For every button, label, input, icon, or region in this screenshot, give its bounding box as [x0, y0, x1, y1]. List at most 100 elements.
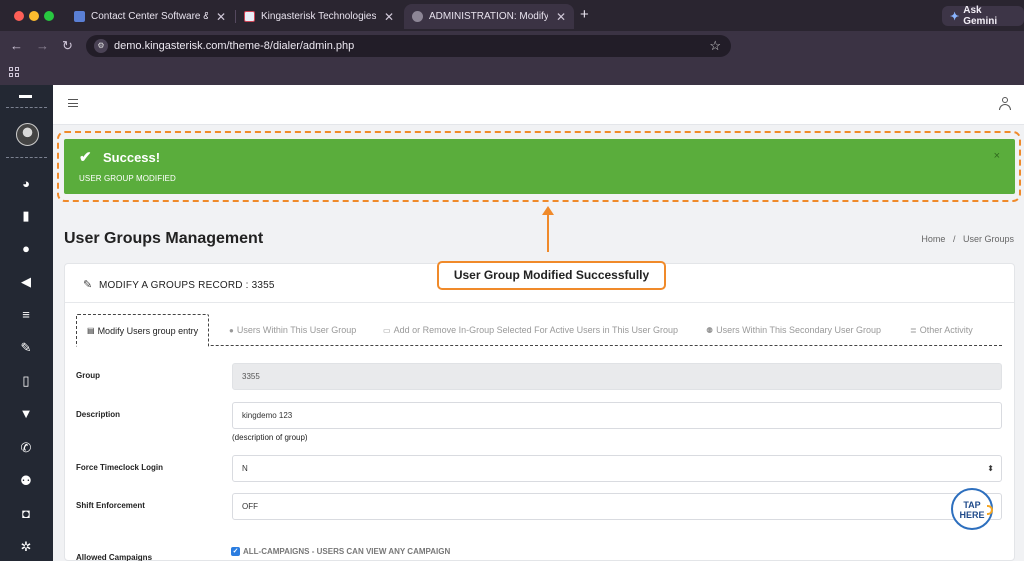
url-input[interactable]: ⚙ demo.kingasterisk.com/theme-8/dialer/a… — [86, 35, 731, 57]
forward-button[interactable]: → — [36, 38, 49, 53]
group-field: 3355 — [232, 363, 1002, 390]
group-label: Group — [76, 371, 100, 380]
all-campaigns-option: ALL-CAMPAIGNS - USERS CAN VIEW ANY CAMPA… — [243, 547, 451, 556]
user-icon[interactable]: ● — [17, 240, 35, 258]
sidebar-toggle-bar[interactable] — [19, 95, 32, 98]
breadcrumb: Home / User Groups — [921, 234, 1014, 244]
avatar[interactable] — [16, 123, 39, 146]
alert-message: USER GROUP MODIFIED — [79, 174, 176, 183]
kingasterisk-favicon-icon — [74, 11, 85, 22]
megaphone-icon[interactable]: ◀ — [17, 273, 35, 291]
description-label: Description — [76, 410, 121, 419]
browser-tab-contact-center[interactable]: Contact Center Software & V ✕ — [66, 4, 234, 29]
tab-label: Other Activity — [919, 325, 973, 335]
group-tabs: ▤ Modify Users group entry ● Users Withi… — [76, 314, 1002, 347]
apps-grid-icon[interactable] — [9, 67, 19, 77]
close-alert-button[interactable]: × — [994, 150, 1000, 162]
new-tab-button[interactable]: + — [580, 6, 589, 23]
bookmarks-bar — [0, 61, 1024, 85]
checkbox-checked-icon[interactable]: ✓ — [231, 547, 240, 556]
shift-enforcement-label: Shift Enforcement — [76, 501, 145, 510]
annotation-arrow-icon — [542, 206, 554, 252]
tab-modify-users-group-entry[interactable]: ▤ Modify Users group entry — [76, 314, 210, 347]
description-hint: (description of group) — [232, 433, 308, 442]
force-timeclock-label: Force Timeclock Login — [76, 463, 163, 472]
all-campaigns-checkbox-row[interactable]: ✓ ALL-CAMPAIGNS - USERS CAN VIEW ANY CAM… — [231, 547, 450, 556]
phone-icon[interactable]: ✆ — [17, 439, 35, 457]
gemini-icon: ✦ — [950, 10, 960, 23]
globe-icon — [412, 11, 423, 22]
success-alert: ✔ Success! USER GROUP MODIFIED × — [64, 139, 1015, 194]
modify-group-card: ✎ MODIFY A GROUPS RECORD : 3355 ▤ Modify… — [64, 263, 1015, 561]
dashboard-icon[interactable]: ◕ — [17, 175, 35, 193]
hamburger-menu-icon[interactable] — [68, 99, 78, 107]
site-settings-icon[interactable]: ⚙ — [94, 39, 108, 53]
close-tab-icon[interactable]: ✕ — [216, 10, 226, 24]
id-card-icon: ▭ — [383, 325, 391, 335]
kingasterisk-favicon-icon — [244, 11, 255, 22]
tab-title: Kingasterisk Technologies | L — [261, 11, 376, 22]
users-icon[interactable]: ⚉ — [17, 472, 35, 490]
tab-users-within-group[interactable]: ● Users Within This User Group — [229, 314, 356, 346]
checkmark-icon: ✔ — [79, 149, 92, 166]
breadcrumb-separator: / — [952, 234, 956, 244]
close-window-button[interactable] — [14, 11, 24, 21]
minimize-window-button[interactable] — [29, 11, 39, 21]
browser-address-bar: ← → ↻ ⚙ demo.kingasterisk.com/theme-8/di… — [0, 31, 1024, 61]
document-icon[interactable]: ▯ — [17, 372, 35, 390]
tap-here-line2: HERE — [959, 510, 985, 520]
description-input[interactable]: kingdemo 123 — [232, 402, 1002, 429]
close-tab-icon[interactable]: ✕ — [384, 10, 394, 24]
bookmark-star-icon[interactable]: ☆ — [709, 38, 721, 54]
sidebar-divider — [6, 157, 47, 158]
close-tab-icon[interactable]: ✕ — [556, 10, 566, 24]
tab-add-remove-ingroup[interactable]: ▭ Add or Remove In-Group Selected For Ac… — [383, 314, 678, 346]
file-icon[interactable]: ▮ — [17, 207, 35, 225]
filter-icon[interactable]: ▼ — [17, 405, 35, 423]
tab-label: Users Within This User Group — [236, 325, 357, 335]
edit-icon: ✎ — [83, 279, 93, 291]
bag-icon[interactable]: ◘ — [17, 505, 35, 523]
browser-tab-kingasterisk[interactable]: Kingasterisk Technologies | L ✕ — [236, 4, 402, 29]
list-icon: ≣ — [910, 325, 917, 335]
tab-title: Contact Center Software & V — [91, 11, 208, 22]
reload-button[interactable]: ↻ — [62, 38, 73, 54]
select-caret-icon: ⬍ — [987, 464, 994, 473]
tap-here-line1: TAP — [963, 500, 981, 510]
gear-icon[interactable]: ✲ — [17, 538, 35, 556]
ask-gemini-button[interactable]: ✦ Ask Gemini — [942, 5, 1024, 27]
user-icon: ● — [229, 325, 234, 335]
url-text: demo.kingasterisk.com/theme-8/dialer/adm… — [114, 40, 355, 52]
shift-enforcement-select[interactable]: OFF — [232, 493, 1002, 520]
app-header — [53, 85, 1024, 125]
force-timeclock-value: N — [242, 464, 248, 473]
tap-sparkle-icon — [987, 505, 993, 515]
ask-gemini-label: Ask Gemini — [963, 5, 998, 27]
app-sidebar: ◕ ▮ ● ◀ ≡ ✎ ▯ ▼ ✆ ⚉ ◘ ✲ — [0, 85, 53, 561]
breadcrumb-current: User Groups — [962, 234, 1014, 244]
tab-label: Add or Remove In-Group Selected For Acti… — [393, 325, 679, 335]
edit-icon[interactable]: ✎ — [17, 339, 35, 357]
maximize-window-button[interactable] — [44, 11, 54, 21]
force-timeclock-select[interactable]: N ⬍ — [232, 455, 1002, 482]
browser-tab-administration[interactable]: ADMINISTRATION: Modify Us ✕ — [404, 4, 574, 29]
tab-label: Users Within This Secondary User Group — [716, 325, 882, 335]
file-icon: ▤ — [87, 326, 95, 335]
tab-users-secondary-group[interactable]: ⚉ Users Within This Secondary User Group — [706, 314, 881, 346]
tab-title: ADMINISTRATION: Modify Us — [429, 11, 548, 22]
user-profile-icon[interactable] — [999, 97, 1011, 111]
allowed-campaigns-label: Allowed Campaigns — [76, 553, 153, 561]
browser-tab-bar: Contact Center Software & V ✕ Kingasteri… — [0, 0, 1024, 31]
page-title: User Groups Management — [64, 230, 264, 247]
tab-other-activity[interactable]: ≣ Other Activity — [910, 314, 973, 346]
users-icon: ⚉ — [706, 325, 714, 335]
tab-label: Modify Users group entry — [97, 325, 199, 336]
back-button[interactable]: ← — [10, 38, 23, 53]
shift-enforcement-value: OFF — [242, 502, 258, 511]
list-icon[interactable]: ≡ — [17, 306, 35, 324]
alert-heading: Success! — [103, 150, 161, 165]
tap-here-button[interactable]: TAP HERE — [951, 488, 993, 530]
sidebar-divider — [6, 107, 47, 108]
annotation-callout: User Group Modified Successfully — [437, 261, 666, 290]
breadcrumb-home-link[interactable]: Home — [921, 234, 945, 244]
